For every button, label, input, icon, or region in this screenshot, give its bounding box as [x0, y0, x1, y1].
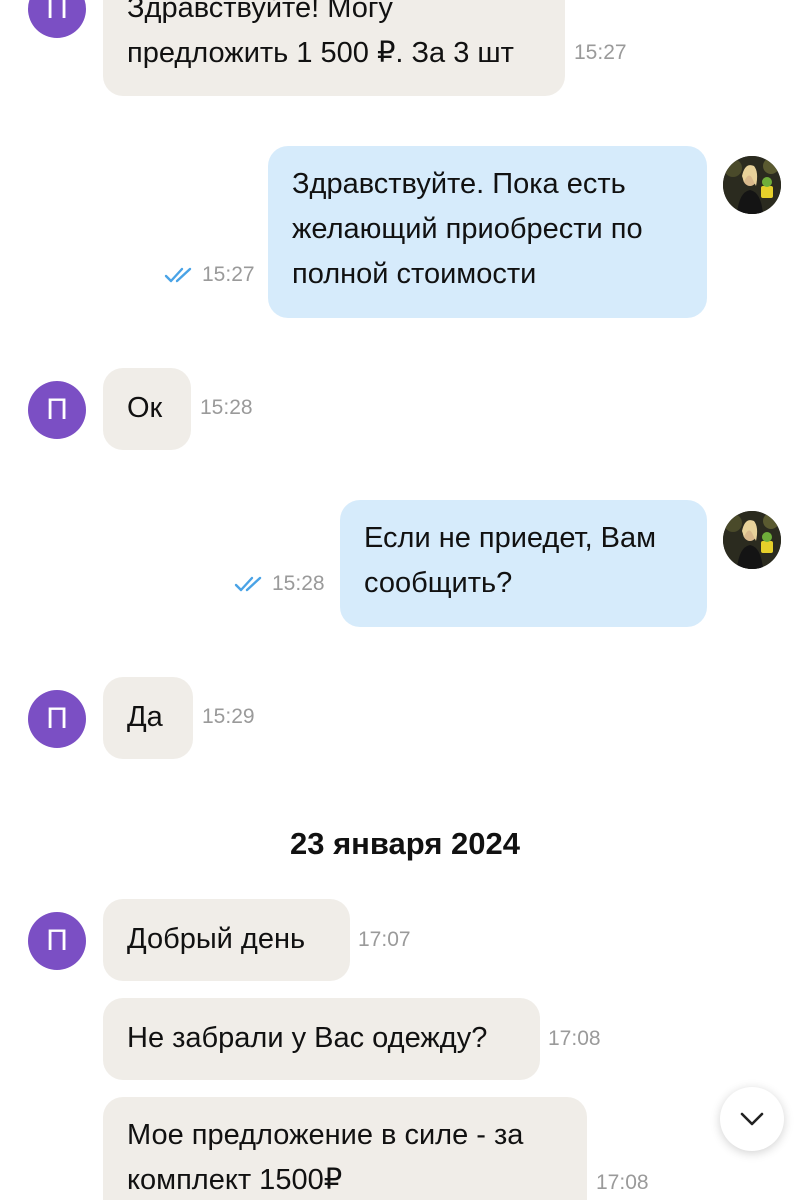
message-time: 15:28	[200, 396, 253, 419]
message-line: Если не приедет, Вам	[364, 522, 657, 554]
outgoing-message[interactable]: Здравствуйте. Пока есть желающий приобре…	[268, 146, 707, 318]
double-check-icon	[164, 267, 192, 283]
message-time: 15:28	[272, 572, 325, 595]
message-line: Мое предложение в силе - за	[127, 1119, 524, 1151]
date-divider: 23 января 2024	[290, 826, 520, 861]
chat-thread[interactable]: П Здравствуйте! Могу предложить 1 500 ₽.…	[0, 0, 810, 1200]
message-time: 17:08	[548, 1027, 601, 1050]
chevron-down-icon	[740, 1112, 764, 1126]
message-status: 15:27	[164, 263, 255, 287]
incoming-message[interactable]: Ок	[103, 368, 191, 450]
message-line: предложить 1 500 ₽. За 3 шт	[127, 37, 514, 69]
message-line: полной стоимости	[292, 258, 537, 290]
user-photo	[723, 156, 781, 214]
incoming-message[interactable]: Добрый день	[103, 899, 350, 981]
message-line: комплект 1500₽	[127, 1164, 343, 1196]
message-line: сообщить?	[364, 567, 513, 599]
message-line: Здравствуйте. Пока есть	[292, 168, 626, 200]
message-time: 15:29	[202, 705, 255, 728]
outgoing-message[interactable]: Если не приедет, Вам сообщить?	[340, 500, 707, 627]
user-avatar[interactable]	[723, 156, 781, 214]
contact-avatar[interactable]: П	[28, 381, 86, 439]
message-line: желающий приобрести по	[292, 213, 643, 245]
message-line: Не забрали у Вас одежду?	[127, 1022, 488, 1054]
message-line: Да	[127, 701, 163, 733]
double-check-icon	[234, 576, 262, 592]
incoming-message[interactable]: Да	[103, 677, 193, 759]
incoming-message[interactable]: Здравствуйте! Могу предложить 1 500 ₽. З…	[103, 0, 565, 96]
user-photo	[723, 511, 781, 569]
scroll-to-bottom-button[interactable]	[720, 1087, 784, 1151]
message-status: 15:28	[234, 572, 325, 596]
message-time: 17:08	[596, 1171, 649, 1194]
incoming-message[interactable]: Мое предложение в силе - за комплект 150…	[103, 1097, 587, 1200]
contact-avatar[interactable]: П	[28, 690, 86, 748]
user-avatar[interactable]	[723, 511, 781, 569]
contact-avatar[interactable]: П	[28, 0, 86, 38]
contact-avatar[interactable]: П	[28, 912, 86, 970]
message-time: 15:27	[202, 263, 255, 286]
incoming-message[interactable]: Не забрали у Вас одежду?	[103, 998, 540, 1080]
message-line: Ок	[127, 392, 163, 424]
message-line: Здравствуйте! Могу	[127, 0, 393, 24]
message-line: Добрый день	[127, 923, 306, 955]
message-time: 17:07	[358, 928, 411, 951]
message-time: 15:27	[574, 41, 627, 64]
